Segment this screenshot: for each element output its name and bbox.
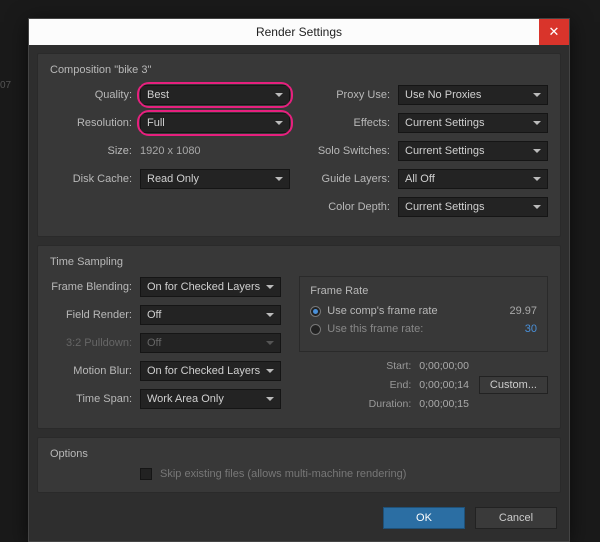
radio-icon: [310, 306, 321, 317]
chevron-down-icon: [266, 341, 274, 345]
close-button[interactable]: ✕: [539, 19, 569, 45]
skip-existing-row: Skip existing files (allows multi-machin…: [140, 468, 548, 480]
fieldrender-value: Off: [147, 309, 161, 321]
composition-left-column: Quality: Best Resolution: Full: [50, 84, 290, 224]
chevron-down-icon: [533, 177, 541, 181]
start-value: 0;00;00;00: [419, 360, 469, 372]
end-value: 0;00;00;14: [419, 379, 469, 391]
usethis-label: Use this frame rate:: [327, 323, 423, 335]
skip-existing-checkbox: [140, 468, 152, 480]
chevron-down-icon: [275, 93, 283, 97]
solo-label: Solo Switches:: [308, 145, 398, 157]
usethis-radio-row[interactable]: Use this frame rate: 30: [310, 323, 537, 335]
options-panel: Options Skip existing files (allows mult…: [37, 437, 561, 493]
timesampling-heading: Time Sampling: [50, 256, 548, 268]
pulldown-label: 3:2 Pulldown:: [50, 337, 140, 349]
proxy-value: Use No Proxies: [405, 89, 481, 101]
proxy-dropdown[interactable]: Use No Proxies: [398, 85, 548, 105]
backdrop-timeline: 07: [0, 80, 11, 91]
solo-value: Current Settings: [405, 145, 484, 157]
timespan-dropdown[interactable]: Work Area Only: [140, 389, 281, 409]
usethis-value[interactable]: 30: [525, 323, 537, 335]
usecomp-radio-row[interactable]: Use comp's frame rate 29.97: [310, 305, 537, 317]
titlebar: Render Settings ✕: [29, 19, 569, 45]
framerate-heading: Frame Rate: [310, 285, 537, 297]
motionblur-dropdown[interactable]: On for Checked Layers: [140, 361, 281, 381]
composition-right-column: Proxy Use: Use No Proxies Effects: Curre…: [308, 84, 548, 224]
timesampling-right-column: Frame Rate Use comp's frame rate 29.97 U…: [299, 276, 548, 416]
depth-dropdown[interactable]: Current Settings: [398, 197, 548, 217]
custom-button[interactable]: Custom...: [479, 376, 548, 394]
size-value: 1920 x 1080: [140, 145, 201, 157]
guide-label: Guide Layers:: [308, 173, 398, 185]
render-settings-dialog: Render Settings ✕ Composition "bike 3" Q…: [28, 18, 570, 542]
timesampling-left-column: Frame Blending: On for Checked Layers Fi…: [50, 276, 281, 416]
quality-value: Best: [147, 89, 169, 101]
usecomp-label: Use comp's frame rate: [327, 305, 437, 317]
guide-dropdown[interactable]: All Off: [398, 169, 548, 189]
resolution-dropdown[interactable]: Full: [140, 113, 290, 133]
close-icon: ✕: [549, 24, 560, 40]
chevron-down-icon: [533, 121, 541, 125]
fieldrender-dropdown[interactable]: Off: [140, 305, 281, 325]
pulldown-value: Off: [147, 337, 161, 349]
motionblur-value: On for Checked Layers: [147, 365, 260, 377]
guide-value: All Off: [405, 173, 435, 185]
chevron-down-icon: [266, 369, 274, 373]
pulldown-dropdown: Off: [140, 333, 281, 353]
timespan-value: Work Area Only: [147, 393, 224, 405]
dialog-title: Render Settings: [256, 25, 342, 39]
end-label: End:: [299, 379, 419, 391]
frameblend-label: Frame Blending:: [50, 281, 140, 293]
framerate-group: Frame Rate Use comp's frame rate 29.97 U…: [299, 276, 548, 352]
ok-button[interactable]: OK: [383, 507, 465, 529]
size-label: Size:: [50, 145, 140, 157]
chevron-down-icon: [266, 397, 274, 401]
composition-panel: Composition "bike 3" Quality: Best Resol…: [37, 53, 561, 237]
effects-dropdown[interactable]: Current Settings: [398, 113, 548, 133]
duration-value: 0;00;00;15: [419, 398, 469, 410]
chevron-down-icon: [266, 313, 274, 317]
quality-dropdown[interactable]: Best: [140, 85, 290, 105]
depth-label: Color Depth:: [308, 201, 398, 213]
chevron-down-icon: [533, 149, 541, 153]
chevron-down-icon: [275, 121, 283, 125]
chevron-down-icon: [275, 177, 283, 181]
timesampling-panel: Time Sampling Frame Blending: On for Che…: [37, 245, 561, 429]
proxy-label: Proxy Use:: [308, 89, 398, 101]
radio-icon: [310, 324, 321, 335]
diskcache-dropdown[interactable]: Read Only: [140, 169, 290, 189]
skip-existing-label: Skip existing files (allows multi-machin…: [160, 468, 406, 480]
frameblend-value: On for Checked Layers: [147, 281, 260, 293]
timing-info: Start: 0;00;00;00 End: 0;00;00;14 Custom…: [299, 360, 548, 410]
cancel-button[interactable]: Cancel: [475, 507, 557, 529]
start-label: Start:: [299, 360, 419, 372]
fieldrender-label: Field Render:: [50, 309, 140, 321]
effects-value: Current Settings: [405, 117, 484, 129]
motionblur-label: Motion Blur:: [50, 365, 140, 377]
chevron-down-icon: [533, 205, 541, 209]
duration-label: Duration:: [299, 398, 419, 410]
chevron-down-icon: [533, 93, 541, 97]
options-heading: Options: [50, 448, 548, 460]
quality-label: Quality:: [50, 89, 140, 101]
frameblend-dropdown[interactable]: On for Checked Layers: [140, 277, 281, 297]
diskcache-label: Disk Cache:: [50, 173, 140, 185]
effects-label: Effects:: [308, 117, 398, 129]
diskcache-value: Read Only: [147, 173, 199, 185]
timespan-label: Time Span:: [50, 393, 140, 405]
usecomp-value: 29.97: [509, 305, 537, 317]
resolution-value: Full: [147, 117, 165, 129]
composition-heading: Composition "bike 3": [50, 64, 548, 76]
chevron-down-icon: [266, 285, 274, 289]
resolution-label: Resolution:: [50, 117, 140, 129]
solo-dropdown[interactable]: Current Settings: [398, 141, 548, 161]
depth-value: Current Settings: [405, 201, 484, 213]
dialog-footer: OK Cancel: [29, 501, 569, 541]
